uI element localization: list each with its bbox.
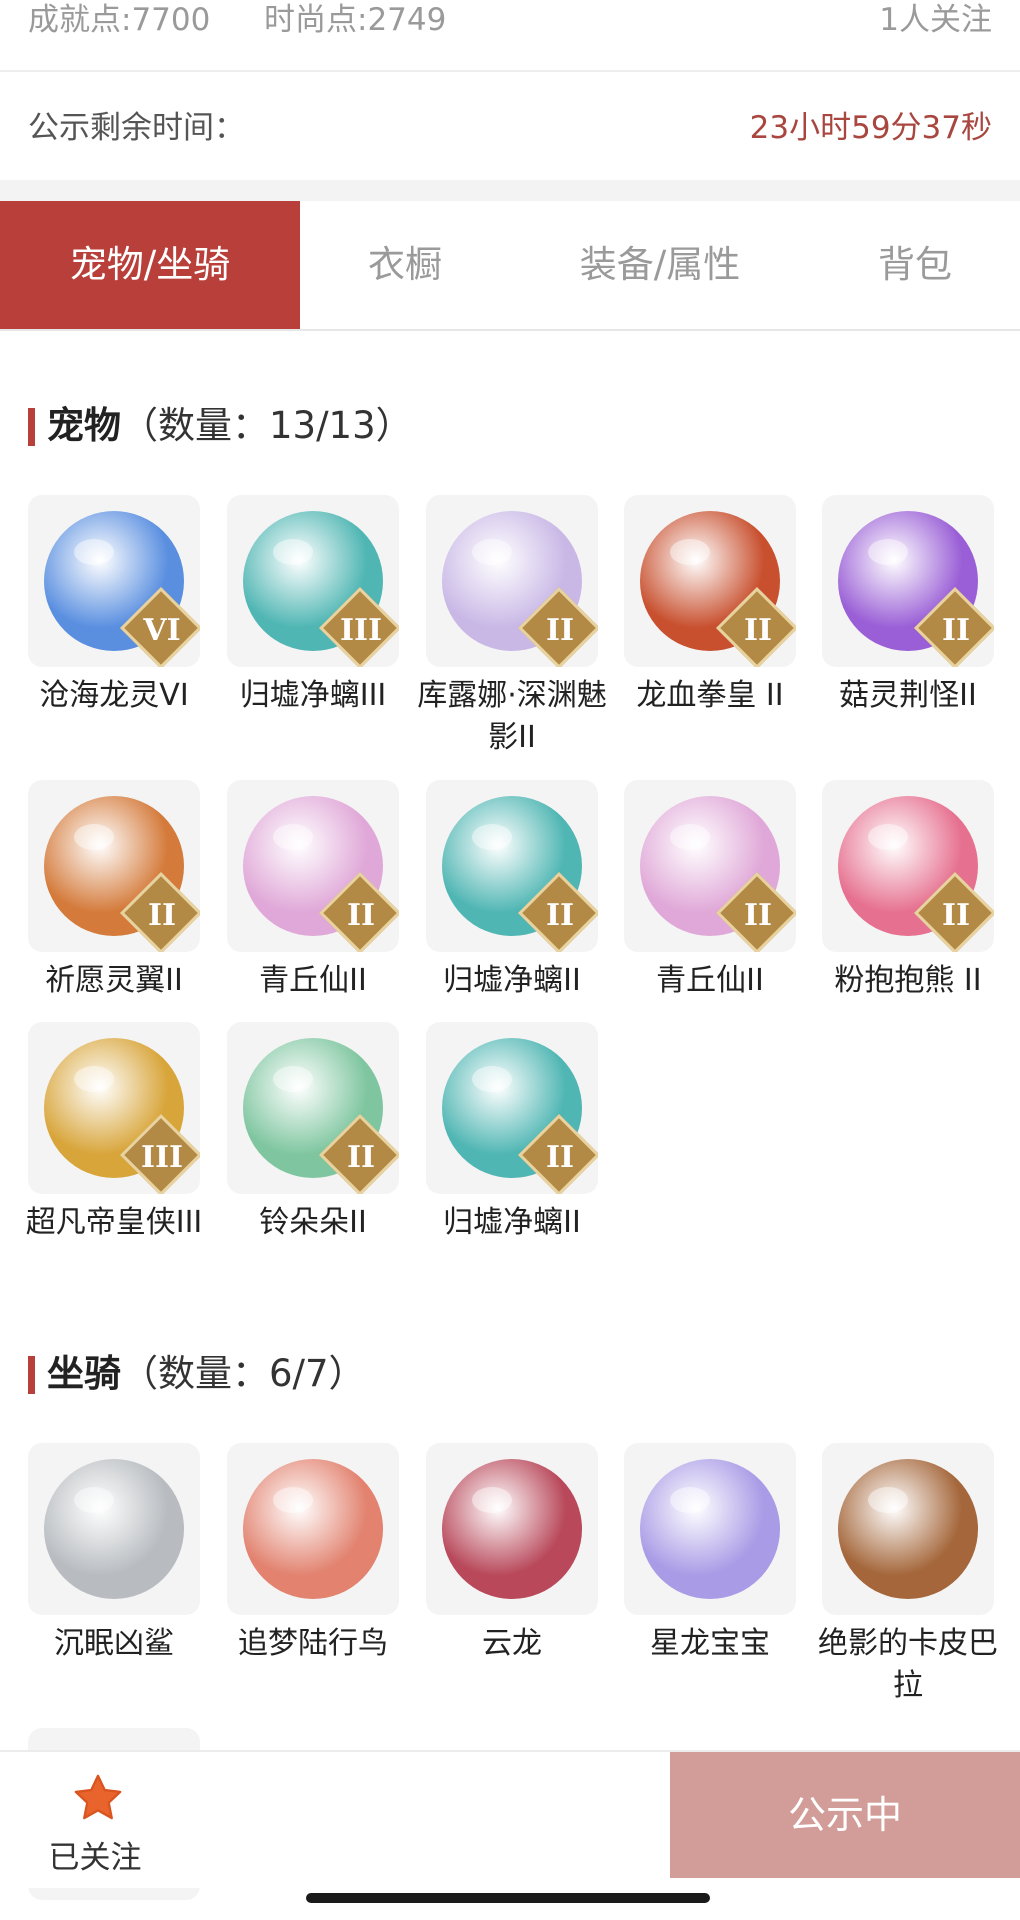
countdown-value: 23小时59分37秒 [749,110,992,146]
tab-equipment-attributes[interactable]: 装备/属性 [510,201,810,329]
mount-thumbnail [822,1443,994,1615]
countdown-label: 公示剩余时间： [28,110,245,146]
mount-thumbnail [28,1443,200,1615]
section-count: （数量：6/7） [121,1352,366,1395]
pet-card[interactable]: II 青丘仙II [624,780,796,1002]
tab-wardrobe[interactable]: 衣橱 [300,201,510,329]
pet-name: 祈愿灵翼II [45,963,183,998]
pet-card[interactable]: VI 沧海龙灵VI [28,495,200,717]
tier-badge-text: II [941,613,971,648]
tier-badge-text: III [339,613,383,648]
pet-name: 青丘仙II [656,963,764,998]
achievement-points: 成就点:7700 [28,2,211,38]
tier-badge-text: II [743,613,773,648]
pet-card[interactable]: II 菇灵荆怪II [822,495,994,717]
tier-badge-text: II [941,898,971,933]
pet-name: 库露娜·深渊魅影II [417,678,607,755]
tier-badge-text: II [346,1140,376,1175]
pet-thumbnail: III [28,1022,200,1194]
pet-name: 铃朵朵II [259,1205,367,1240]
mount-card[interactable]: 绝影的卡皮巴拉 [818,1443,998,1707]
pet-card[interactable]: II 归墟净螭II [426,1022,598,1244]
mount-portrait [838,1459,978,1599]
mount-card[interactable]: 追梦陆行鸟 [227,1443,399,1665]
pet-name: 归墟净螭II [443,1205,581,1240]
pet-name: 龙血拳皇 II [636,678,784,713]
fashion-points: 时尚点:2749 [264,2,447,38]
pet-name: 青丘仙II [259,963,367,998]
mount-card[interactable]: 云龙 [426,1443,598,1665]
pet-card[interactable]: II 祈愿灵翼II [28,780,200,1002]
stats-row: 成就点:7700 时尚点:2749 1人关注 [0,0,1020,72]
mounts-section-title: 坐骑（数量：6/7） [28,1350,366,1398]
home-indicator [306,1893,710,1903]
pet-card[interactable]: II 库露娜·深渊魅影II [417,495,607,759]
mount-name: 沉眠凶鲨 [54,1626,174,1661]
bottom-action-bar: 已关注 公示中 [0,1750,1020,1888]
pet-name: 菇灵荆怪II [839,678,977,713]
tab-backpack[interactable]: 背包 [810,201,1020,329]
pet-thumbnail: VI [28,495,200,667]
pet-card[interactable]: II 粉抱抱熊 II [822,780,994,1002]
pet-card[interactable]: III 归墟净螭III [227,495,399,717]
tier-badge-text: II [147,898,177,933]
section-name: 宠物 [47,404,121,447]
mount-thumbnail [227,1443,399,1615]
tier-badge-text: III [140,1140,184,1175]
pet-name: 沧海龙灵VI [39,678,189,713]
tier-badge-text: II [545,1140,575,1175]
section-count: （数量：13/13） [121,404,413,447]
tier-badge-text: II [545,898,575,933]
pet-thumbnail: III [227,495,399,667]
pet-name: 归墟净螭II [443,963,581,998]
mount-portrait [243,1459,383,1599]
mount-card[interactable]: 沉眠凶鲨 [28,1443,200,1665]
publicity-status-button[interactable]: 公示中 [670,1752,1020,1878]
pets-section-title: 宠物（数量：13/13） [28,402,413,450]
pet-card[interactable]: II 归墟净螭II [426,780,598,1002]
mount-card[interactable]: 星龙宝宝 [624,1443,796,1665]
pet-thumbnail: II [426,495,598,667]
pet-thumbnail: II [426,1022,598,1194]
mount-name: 追梦陆行鸟 [238,1626,388,1661]
section-name: 坐骑 [47,1352,121,1395]
mount-portrait [44,1459,184,1599]
pet-thumbnail: II [822,495,994,667]
tab-pets-mounts[interactable]: 宠物/坐骑 [0,201,300,329]
mount-portrait [640,1459,780,1599]
tab-bar: 宠物/坐骑 衣橱 装备/属性 背包 [0,201,1020,331]
tier-badge-text: II [346,898,376,933]
pet-card[interactable]: III 超凡帝皇侠III [26,1022,202,1244]
pet-name: 超凡帝皇侠III [25,1205,203,1240]
follower-count: 1人关注 [879,2,992,38]
tier-badge-text: II [545,613,575,648]
countdown-row: 公示剩余时间： 23小时59分37秒 [0,72,1020,180]
tier-badge-text: VI [143,613,181,648]
pet-card[interactable]: II 青丘仙II [227,780,399,1002]
pet-name: 归墟净螭III [239,678,387,713]
mount-thumbnail [624,1443,796,1615]
pet-thumbnail: II [426,780,598,952]
star-icon [74,1774,122,1820]
pet-card[interactable]: II 龙血拳皇 II [624,495,796,717]
follow-button[interactable]: 已关注 [0,1752,200,1888]
section-divider [0,180,1020,201]
pet-thumbnail: II [822,780,994,952]
follow-label: 已关注 [48,1840,142,1876]
mount-name: 绝影的卡皮巴拉 [818,1626,998,1703]
pet-name: 粉抱抱熊 II [834,963,982,998]
tier-badge-text: II [743,898,773,933]
pet-card[interactable]: II 铃朵朵II [227,1022,399,1244]
section-accent-bar [28,1356,35,1394]
pet-thumbnail: II [624,495,796,667]
pet-thumbnail: II [227,780,399,952]
mount-portrait [442,1459,582,1599]
pet-thumbnail: II [624,780,796,952]
mount-name: 云龙 [482,1626,542,1661]
pet-thumbnail: II [28,780,200,952]
mount-thumbnail [426,1443,598,1615]
section-accent-bar [28,408,35,446]
pet-thumbnail: II [227,1022,399,1194]
mount-name: 星龙宝宝 [650,1626,770,1661]
